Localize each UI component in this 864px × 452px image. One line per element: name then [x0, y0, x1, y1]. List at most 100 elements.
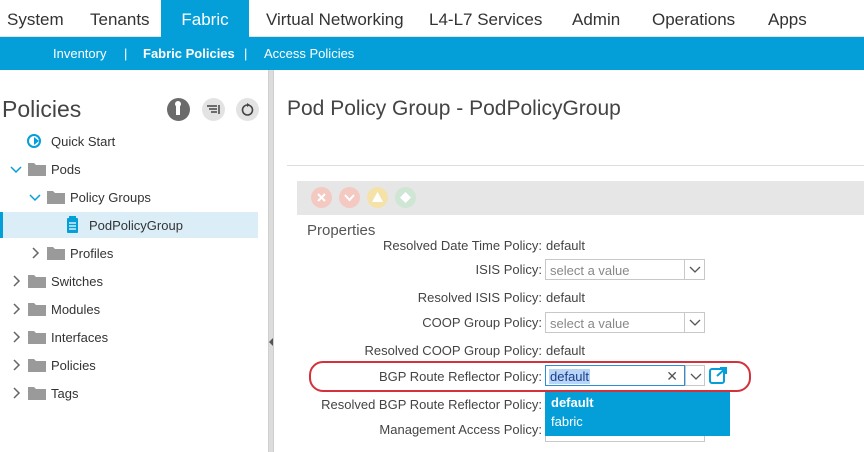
tree-item-switches[interactable]: Switches [0, 268, 268, 294]
chevron-down-icon [690, 373, 702, 380]
tree-item-podpolicygroup[interactable]: PodPolicyGroup [0, 212, 258, 238]
coop-policy-select[interactable]: select a value [545, 312, 705, 333]
tab-virtual-networking[interactable]: Virtual Networking [266, 0, 404, 37]
tree-item-label: Interfaces [51, 330, 109, 345]
tree-item-label: Quick Start [51, 134, 116, 149]
tree-item-quick-start[interactable]: Quick Start [0, 128, 268, 154]
tree-item-label: Pods [51, 162, 81, 177]
warning-icon [372, 192, 383, 202]
resolved-coop-label: Resolved COOP Group Policy: [364, 343, 543, 358]
tree-item-profiles[interactable]: Profiles [0, 240, 268, 266]
dropdown-option-fabric[interactable]: fabric [551, 414, 583, 429]
folder-icon [28, 163, 46, 176]
tree-item-label: Modules [51, 302, 101, 317]
resolved-datetime-label: Resolved Date Time Policy: [383, 238, 542, 253]
tree-item-label: Tags [51, 386, 79, 401]
folder-icon [28, 303, 46, 316]
tree-item-tags[interactable]: Tags [0, 380, 268, 406]
quick-start-icon [27, 134, 41, 148]
isis-policy-placeholder: select a value [550, 263, 630, 278]
chevron-down-icon[interactable] [10, 165, 22, 175]
section-title: Properties [307, 222, 376, 239]
chevron-right-icon[interactable] [12, 303, 22, 315]
tree-item-interfaces[interactable]: Interfaces [0, 324, 268, 350]
panel-title: Policies [2, 96, 82, 122]
resolved-bgp-label: Resolved BGP Route Reflector Policy: [321, 397, 542, 412]
wrench-icon [175, 101, 181, 115]
bgp-policy-value: default [549, 369, 591, 384]
action-toolbar [297, 181, 864, 215]
sub-navigation: Inventory | Fabric Policies | Access Pol… [0, 37, 864, 70]
resolved-coop-value: default [546, 343, 586, 358]
fault-major-button[interactable] [339, 187, 360, 208]
fault-critical-button[interactable] [311, 187, 332, 208]
tree-item-label: Profiles [70, 246, 114, 261]
close-circle-icon [317, 193, 326, 202]
tree-item-label: Policy Groups [70, 190, 151, 205]
tab-operations[interactable]: Operations [652, 0, 735, 37]
isis-dropdown-button[interactable] [684, 260, 704, 279]
folder-icon [47, 191, 65, 204]
bgp-policy-label: BGP Route Reflector Policy: [378, 369, 542, 384]
page-title: Pod Policy Group - PodPolicyGroup [287, 97, 621, 120]
tree-item-label: PodPolicyGroup [89, 218, 183, 233]
quick-action-button[interactable] [167, 98, 190, 121]
navigation-panel: Policies Quick Start Pods Policy Groups … [0, 70, 268, 452]
tree-item-policy-groups[interactable]: Policy Groups [0, 184, 268, 210]
subnav-inventory[interactable]: Inventory [53, 46, 106, 61]
tree-item-policies[interactable]: Policies [0, 352, 268, 378]
collapse-arrow-icon[interactable] [269, 338, 273, 346]
mgmt-access-label: Management Access Policy: [379, 422, 542, 437]
clear-icon[interactable]: ✕ [666, 368, 678, 385]
dropdown-option-default[interactable]: default [551, 395, 594, 410]
top-navigation: System Tenants Fabric Virtual Networking… [0, 0, 864, 37]
refresh-icon [241, 103, 254, 116]
chevron-right-icon[interactable] [12, 387, 22, 399]
resolved-isis-label: Resolved ISIS Policy: [417, 290, 542, 305]
tab-admin[interactable]: Admin [572, 0, 620, 37]
fault-warning-button[interactable] [395, 187, 416, 208]
folder-icon [47, 247, 65, 260]
coop-policy-placeholder: select a value [550, 316, 630, 331]
subnav-fabric-policies[interactable]: Fabric Policies [143, 46, 235, 61]
coop-policy-label: COOP Group Policy: [422, 315, 542, 330]
isis-policy-select[interactable]: select a value [545, 259, 705, 280]
chevron-right-icon[interactable] [31, 247, 41, 259]
fault-minor-button[interactable] [367, 187, 388, 208]
tab-system[interactable]: System [7, 0, 64, 37]
bgp-dropdown-button[interactable] [685, 365, 705, 386]
title-divider [287, 165, 864, 166]
info-diamond-icon [400, 192, 411, 203]
folder-icon [28, 275, 46, 288]
refresh-button[interactable] [236, 98, 259, 121]
chevron-right-icon[interactable] [12, 275, 22, 287]
folder-icon [28, 331, 46, 344]
folder-icon [28, 359, 46, 372]
resolved-datetime-value: default [546, 238, 586, 253]
subnav-separator: | [124, 46, 128, 61]
chevron-down-icon [689, 266, 701, 273]
bgp-policy-input[interactable]: default ✕ [545, 365, 685, 386]
chevron-right-icon[interactable] [12, 331, 22, 343]
panel-resize-handle[interactable] [268, 70, 274, 452]
tree-item-pods[interactable]: Pods [0, 156, 268, 182]
subnav-separator: | [244, 46, 248, 61]
isis-policy-label: ISIS Policy: [475, 262, 542, 277]
chevron-down-icon [344, 194, 355, 202]
filter-button[interactable] [202, 98, 225, 121]
chevron-down-icon [689, 319, 701, 326]
resolved-isis-value: default [546, 290, 586, 305]
bgp-dropdown-menu: default fabric [545, 392, 730, 436]
tab-apps[interactable]: Apps [768, 0, 807, 37]
tab-fabric[interactable]: Fabric [161, 0, 249, 37]
tree-item-modules[interactable]: Modules [0, 296, 268, 322]
tree-item-label: Policies [51, 358, 96, 373]
open-external-icon[interactable] [709, 366, 728, 385]
chevron-right-icon[interactable] [12, 359, 22, 371]
subnav-access-policies[interactable]: Access Policies [264, 46, 354, 61]
tab-l4-l7-services[interactable]: L4-L7 Services [429, 0, 542, 37]
coop-dropdown-button[interactable] [684, 313, 704, 332]
tab-tenants[interactable]: Tenants [90, 0, 150, 37]
chevron-down-icon[interactable] [29, 193, 41, 203]
tree-item-label: Switches [51, 274, 104, 289]
